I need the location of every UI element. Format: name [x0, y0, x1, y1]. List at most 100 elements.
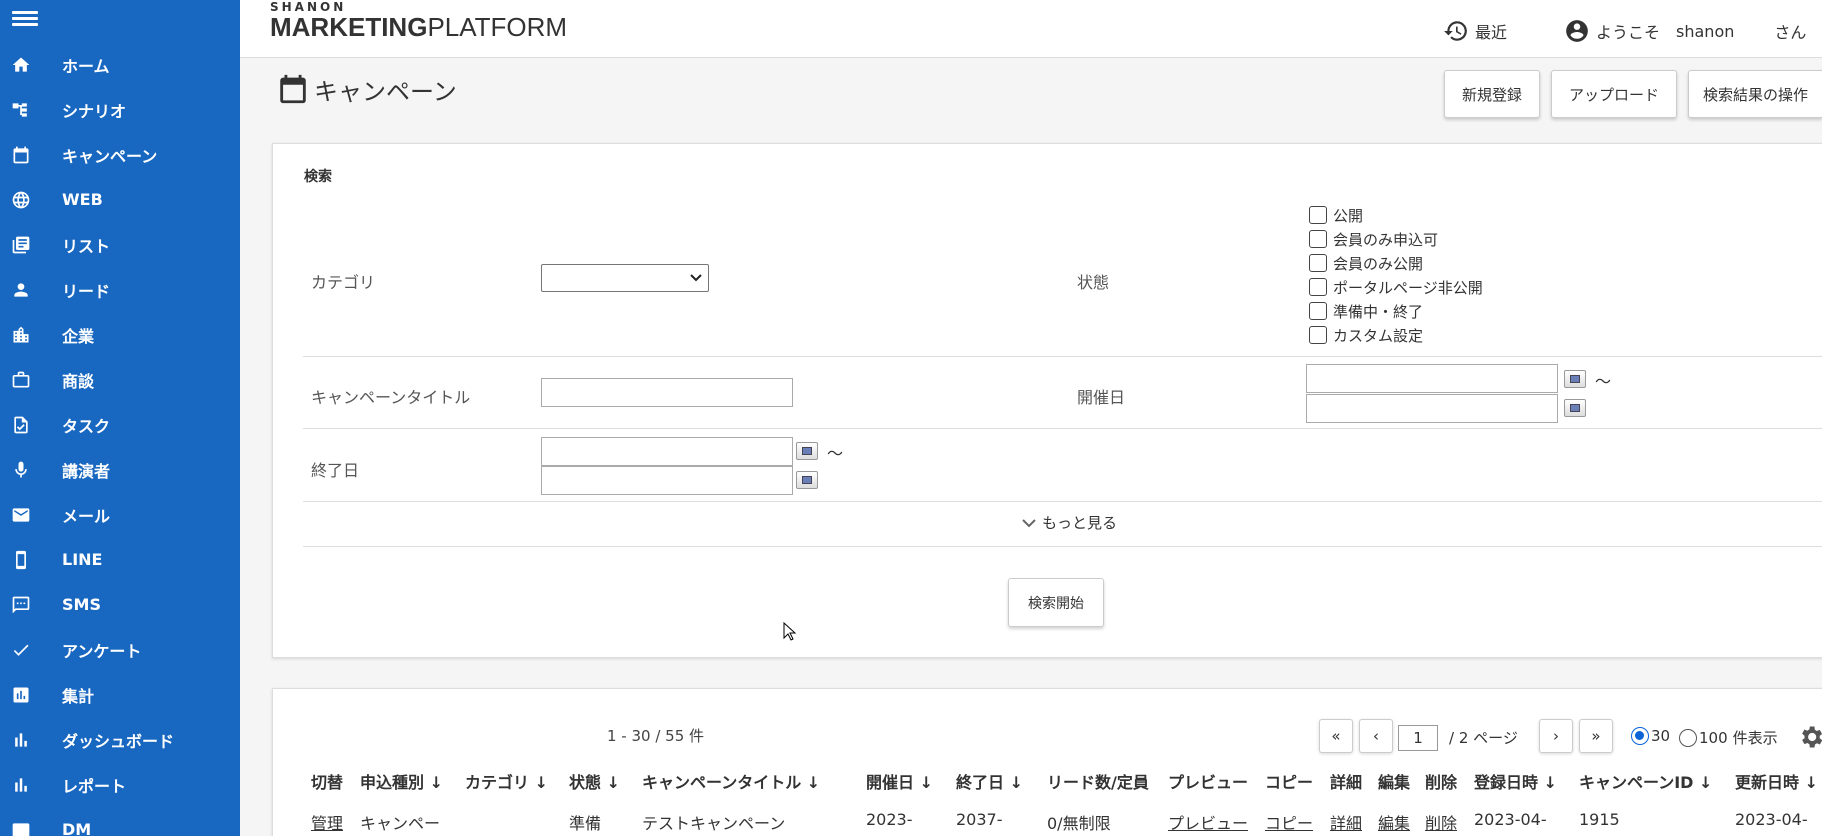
scenario-icon [10, 99, 32, 121]
honorific: さん [1774, 23, 1807, 42]
first-page-button[interactable]: « [1319, 719, 1353, 753]
row-preview-link[interactable]: プレビュー [1168, 810, 1248, 834]
sidebar-item-speaker[interactable]: 講演者 [0, 447, 240, 492]
checkbox[interactable] [1309, 230, 1327, 248]
calendar-picker-icon[interactable] [796, 442, 818, 460]
status-option-members-apply[interactable]: 会員のみ申込可 [1309, 228, 1438, 250]
search-start-button[interactable]: 検索開始 [1008, 578, 1104, 627]
search-heading: 検索 [304, 169, 332, 185]
row-copy-link[interactable]: コピー [1265, 810, 1313, 834]
sidebar-item-line[interactable]: LINE [0, 537, 240, 582]
last-page-button[interactable]: » [1579, 719, 1613, 753]
row-delete-link[interactable]: 削除 [1425, 810, 1457, 834]
gear-icon[interactable] [1797, 723, 1822, 751]
user-menu[interactable]: ようこそ shanon さん [1564, 18, 1806, 44]
row-edit-link[interactable]: 編集 [1378, 810, 1410, 834]
range-tilde: 〜 [827, 444, 844, 463]
status-option-custom[interactable]: カスタム設定 [1309, 324, 1423, 346]
logo-main-text: MARKETINGPLATFORM [270, 14, 567, 40]
sidebar-item-tally[interactable]: 集計 [0, 672, 240, 717]
checkbox[interactable] [1309, 302, 1327, 320]
history-icon [1444, 21, 1467, 41]
column-header-campaign-title[interactable]: キャンペーンタイトル ↓ [642, 769, 820, 793]
next-page-button[interactable]: › [1539, 719, 1573, 753]
show-more-toggle[interactable]: もっと見る [1020, 512, 1117, 533]
sidebar-item-task[interactable]: タスク [0, 402, 240, 447]
sidebar-item-label: リード [62, 281, 111, 301]
status-option-portal-private[interactable]: ポータルページ非公開 [1309, 276, 1483, 298]
checkbox[interactable] [1309, 278, 1327, 296]
sidebar-item-web[interactable]: WEB [0, 177, 240, 222]
sidebar-item-campaign[interactable]: キャンペーン [0, 132, 240, 177]
column-header-copy: コピー [1265, 773, 1314, 792]
column-header-switch[interactable]: 切替 [311, 769, 343, 793]
campaign-title-input[interactable] [541, 378, 793, 407]
column-header-category[interactable]: カテゴリ ↓ [465, 769, 548, 793]
sidebar-item-label: WEB [62, 190, 103, 209]
sidebar-item-lead[interactable]: リード [0, 267, 240, 312]
sidebar-item-scenario[interactable]: シナリオ [0, 87, 240, 132]
dashboard-icon [10, 729, 32, 751]
start-date-to-input[interactable] [1306, 394, 1558, 423]
sidebar-item-label: メール [62, 506, 111, 526]
sidebar-item-label: アンケート [62, 641, 142, 661]
row-manage-link[interactable]: 管理 [311, 810, 343, 834]
tally-icon [10, 684, 32, 706]
checkbox[interactable] [1309, 326, 1327, 344]
status-option-public[interactable]: 公開 [1309, 204, 1363, 226]
divider [303, 501, 1822, 502]
sidebar-item-label: ダッシュボード [62, 731, 175, 751]
logo-bold-text: MARKETING [270, 12, 428, 42]
sidebar-item-sms[interactable]: SMS [0, 582, 240, 627]
sidebar-item-label: 講演者 [62, 461, 111, 481]
sidebar-item-company[interactable]: 企業 [0, 312, 240, 357]
column-header-end-date[interactable]: 終了日 ↓ [956, 769, 1023, 793]
sidebar-item-list[interactable]: リスト [0, 222, 240, 267]
category-select[interactable] [541, 264, 709, 292]
per-page-100[interactable]: 100 件表示 [1679, 727, 1778, 748]
column-header-created-at[interactable]: 登録日時 ↓ [1474, 769, 1557, 793]
sidebar-item-dm[interactable]: DM [0, 807, 240, 836]
briefcase-icon [10, 369, 32, 391]
page-number-input[interactable]: 1 [1398, 725, 1438, 751]
upload-button[interactable]: アップロード [1551, 70, 1677, 118]
calendar-picker-icon[interactable] [1564, 399, 1586, 417]
start-date-from-input[interactable] [1306, 364, 1558, 393]
row-application-type: キャンペー [360, 814, 441, 833]
recent-button[interactable]: 最近 [1443, 18, 1507, 44]
checkbox[interactable] [1309, 206, 1327, 224]
new-register-button[interactable]: 新規登録 [1444, 70, 1540, 118]
status-option-label: ポータルページ非公開 [1333, 278, 1483, 297]
column-header-campaign-id[interactable]: キャンペーンID ↓ [1579, 769, 1712, 793]
radio-button[interactable] [1679, 728, 1697, 747]
calendar-picker-icon[interactable] [1564, 370, 1586, 388]
radio-button[interactable] [1631, 727, 1649, 745]
sidebar-item-mail[interactable]: メール [0, 492, 240, 537]
sidebar-item-dashboard[interactable]: ダッシュボード [0, 717, 240, 762]
status-option-members-public[interactable]: 会員のみ公開 [1309, 252, 1423, 274]
calendar-picker-icon[interactable] [796, 471, 818, 489]
row-campaign-id: 1915 [1579, 810, 1620, 829]
search-results-ops-button[interactable]: 検索結果の操作 [1688, 70, 1822, 118]
menu-icon[interactable] [12, 8, 38, 28]
sidebar-item-report[interactable]: レポート [0, 762, 240, 807]
account-circle-icon [1566, 20, 1588, 42]
row-detail-link[interactable]: 詳細 [1330, 810, 1362, 834]
per-page-30[interactable]: 30 [1631, 727, 1670, 745]
end-date-to-input[interactable] [541, 466, 793, 495]
column-header-start-date[interactable]: 開催日 ↓ [866, 769, 933, 793]
end-date-from-input[interactable] [541, 437, 793, 466]
sidebar-item-survey[interactable]: アンケート [0, 627, 240, 672]
checkbox[interactable] [1309, 254, 1327, 272]
status-option-preparing-ended[interactable]: 準備中・終了 [1309, 300, 1423, 322]
sidebar-item-home[interactable]: ホーム [0, 42, 240, 87]
building-icon [10, 324, 32, 346]
prev-page-button[interactable]: ‹ [1359, 719, 1393, 753]
column-header-updated-at[interactable]: 更新日時 ↓ [1735, 769, 1818, 793]
sidebar-item-deal[interactable]: 商談 [0, 357, 240, 402]
status-option-label: 準備中・終了 [1333, 302, 1424, 321]
logo[interactable]: SHANON MARKETINGPLATFORM [270, 0, 567, 40]
start-date-label: 開催日 [1077, 388, 1126, 407]
column-header-status[interactable]: 状態 ↓ [569, 769, 620, 793]
column-header-application-type[interactable]: 申込種別 ↓ [360, 769, 443, 793]
